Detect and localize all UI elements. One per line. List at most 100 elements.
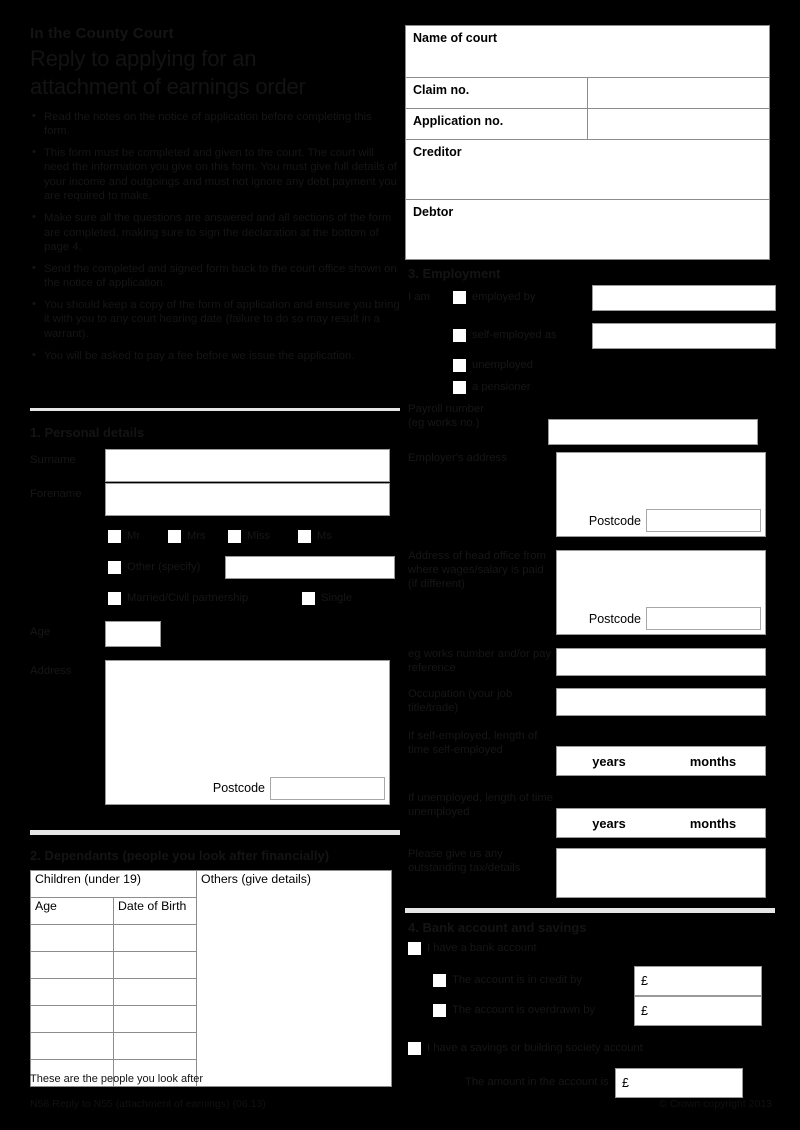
age-cell[interactable] <box>30 977 114 1006</box>
outstanding-label: Please give us any outstanding tax/detai… <box>408 848 521 874</box>
outstanding-input[interactable] <box>556 848 766 898</box>
employer-address-input[interactable]: Postcode <box>556 452 766 537</box>
credit-label: The account is in credit by <box>452 974 582 987</box>
checkbox-self-employed[interactable] <box>453 329 466 343</box>
have-account-label: I have a bank account <box>427 941 537 954</box>
age-cell[interactable] <box>30 1004 114 1033</box>
checkbox-mrs[interactable] <box>168 529 181 543</box>
credit-amount-input[interactable]: £ <box>634 965 762 996</box>
self-employed-length-input[interactable]: years months <box>556 746 766 776</box>
single-label: Single <box>321 591 353 604</box>
checkbox-unemployed[interactable] <box>453 358 466 372</box>
age-header: Age <box>30 896 114 925</box>
employer-address-row: Employer's address Postcode <box>408 452 776 537</box>
head-office-postcode-input[interactable] <box>646 607 761 630</box>
payroll-row: Payroll number (eg works no.) <box>408 403 776 445</box>
unemployed-label: unemployed <box>472 358 533 371</box>
savings-amount-row: The amount in the account is £ <box>408 1067 776 1098</box>
claim-no-row[interactable]: Claim no. <box>405 77 770 109</box>
dependants-note: These are the people you look after <box>30 1073 204 1085</box>
checkbox-mr[interactable] <box>108 529 121 543</box>
debtor-cell[interactable]: Debtor <box>405 199 770 260</box>
checkbox-savings[interactable] <box>408 1041 421 1055</box>
forename-input[interactable] <box>105 482 390 516</box>
checkbox-married[interactable] <box>108 591 121 605</box>
claim-no-input[interactable] <box>587 77 770 109</box>
others-header: Others (give details) <box>201 871 312 886</box>
name-of-court-cell[interactable]: Name of court <box>405 25 770 78</box>
pay-reference-input[interactable] <box>556 648 766 676</box>
self-employed-input[interactable] <box>591 322 776 349</box>
address-postcode-input[interactable] <box>270 776 385 800</box>
application-no-input[interactable] <box>587 108 770 140</box>
dob-cell[interactable] <box>113 950 197 979</box>
unemployed-length-label: If unemployed, length of time unemployed <box>408 792 554 818</box>
checkbox-in-credit[interactable] <box>433 974 446 988</box>
age-input[interactable] <box>105 620 161 647</box>
dob-cell[interactable] <box>113 1004 197 1033</box>
employer-postcode-label: Postcode <box>588 513 641 528</box>
head-office-input[interactable]: Postcode <box>556 550 766 635</box>
age-cell[interactable] <box>30 923 114 952</box>
instruction-bullet: Read the notes on the notice of applicat… <box>30 109 400 139</box>
claim-no-label: Claim no. <box>405 77 588 109</box>
name-of-court-row[interactable]: Name of court <box>405 25 770 78</box>
title-checkbox-row: Mr Mrs Miss Ms <box>30 529 400 543</box>
application-no-label: Application no. <box>405 108 588 140</box>
payroll-input[interactable] <box>548 419 758 445</box>
title-option-miss[interactable]: Miss <box>228 529 298 543</box>
others-cell[interactable]: Others (give details) <box>196 869 392 1087</box>
checkbox-pensioner[interactable] <box>453 380 466 394</box>
forename-label: Forename <box>30 487 82 500</box>
other-title-input[interactable] <box>225 555 395 579</box>
overdrawn-amount-input[interactable]: £ <box>634 995 762 1026</box>
title-option-mrs[interactable]: Mrs <box>168 529 228 543</box>
dob-cell[interactable] <box>113 977 197 1006</box>
instructions-list: Read the notes on the notice of applicat… <box>30 109 400 364</box>
employer-name-input[interactable] <box>591 284 776 311</box>
checkbox-miss[interactable] <box>228 529 241 543</box>
checkbox-ms[interactable] <box>298 529 311 543</box>
checkbox-employed[interactable] <box>453 291 466 305</box>
age-cell[interactable] <box>30 950 114 979</box>
head-office-postcode-label: Postcode <box>588 611 641 626</box>
page-title-line1: Reply to applying for an <box>30 45 257 71</box>
instruction-bullet: You will be asked to pay a fee before we… <box>30 348 400 364</box>
creditor-cell[interactable]: Creditor <box>405 139 770 200</box>
married-label: Married/Civil partnership <box>127 591 249 604</box>
section-divider <box>30 408 400 411</box>
address-input[interactable]: Postcode <box>105 659 390 805</box>
checkbox-other-title[interactable] <box>108 560 121 574</box>
age-cell[interactable] <box>30 1031 114 1060</box>
checkbox-overdrawn[interactable] <box>433 1004 446 1018</box>
title-label-miss: Miss <box>247 529 270 542</box>
unemployed-length-input[interactable]: years months <box>556 808 766 838</box>
pensioner-label: a pensioner <box>472 380 531 393</box>
savings-label: I have a savings or building society acc… <box>427 1041 643 1054</box>
dependants-table: Children (under 19) Others (give details… <box>30 869 392 1087</box>
creditor-row[interactable]: Creditor <box>405 139 770 200</box>
checkbox-bank-account[interactable] <box>408 941 421 955</box>
employment-heading: 3. Employment <box>408 266 501 281</box>
employer-postcode-input[interactable] <box>646 509 761 532</box>
dob-cell[interactable] <box>113 1031 197 1060</box>
occupation-input[interactable] <box>556 688 766 716</box>
savings-amount-label: The amount in the account is <box>465 1076 609 1089</box>
address-label: Address <box>30 664 72 677</box>
checkbox-single[interactable] <box>302 591 315 605</box>
savings-amount-input[interactable]: £ <box>615 1067 743 1098</box>
other-title-label: Other (specify) <box>127 560 201 573</box>
dob-cell[interactable] <box>113 923 197 952</box>
unemployed-years-label: years <box>592 815 626 831</box>
debtor-row[interactable]: Debtor <box>405 199 770 260</box>
credit-row: The account is in credit by £ <box>408 965 776 996</box>
unemployed-months-label: months <box>689 815 737 831</box>
application-no-row[interactable]: Application no. <box>405 108 770 140</box>
occupation-row: Occupation (your job title/trade) <box>408 688 776 716</box>
title-option-mr[interactable]: Mr <box>108 529 168 543</box>
surname-input[interactable] <box>105 448 390 482</box>
title-option-ms[interactable]: Ms <box>298 529 332 543</box>
footer-form-reference: N56 Reply to N55 (attachment of earnings… <box>30 1098 266 1110</box>
form-page: In the County Court Reply to applying fo… <box>0 0 800 1130</box>
footer-copyright: © Crown copyright 2013 <box>659 1098 772 1110</box>
